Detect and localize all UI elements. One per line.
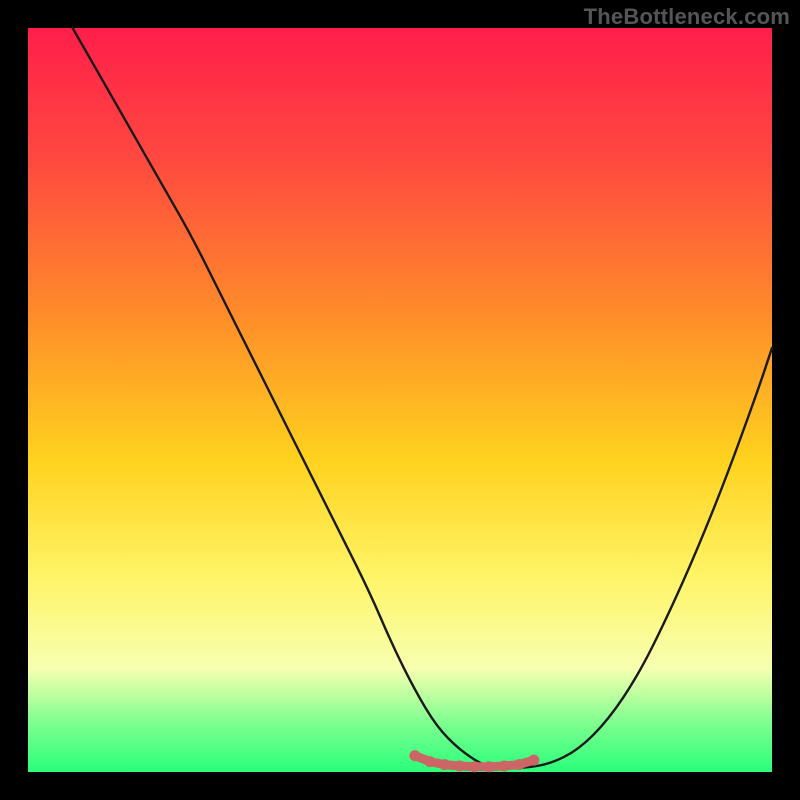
watermark-text: TheBottleneck.com xyxy=(584,4,790,30)
trough-dot xyxy=(499,761,510,772)
trough-dot xyxy=(439,759,450,770)
trough-dot xyxy=(514,759,525,770)
trough-dot xyxy=(424,756,435,767)
trough-dot xyxy=(454,761,465,772)
chart-svg xyxy=(28,28,772,772)
trough-dot xyxy=(409,750,420,761)
plot-area xyxy=(28,28,772,772)
chart-stage: TheBottleneck.com xyxy=(0,0,800,800)
trough-dot xyxy=(484,761,495,772)
trough-markers xyxy=(409,750,539,772)
curve-path xyxy=(73,28,772,768)
trough-dot xyxy=(528,755,539,766)
trough-dot xyxy=(469,761,480,772)
